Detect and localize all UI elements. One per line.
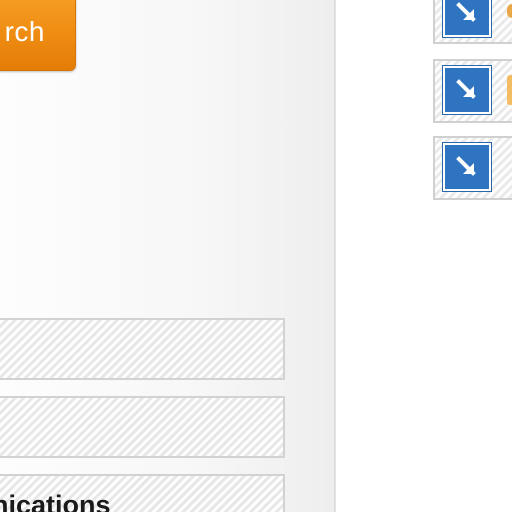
left-panel: rch nications	[0, 0, 334, 512]
arrow-down-right-icon[interactable]	[443, 66, 491, 114]
category-item-3[interactable]: nications	[0, 474, 285, 512]
category-item-2[interactable]	[0, 396, 285, 458]
status-marker	[507, 4, 512, 18]
list-item-3[interactable]	[433, 136, 512, 200]
arrow-down-right-icon[interactable]	[443, 0, 491, 37]
status-marker	[507, 75, 512, 105]
page: rch nications	[0, 0, 512, 512]
arrow-down-right-icon[interactable]	[443, 143, 491, 191]
category-item-1[interactable]	[0, 318, 285, 380]
search-button[interactable]: rch	[0, 0, 76, 71]
category-item-label: nications	[0, 490, 111, 512]
list-item-1[interactable]	[433, 0, 512, 44]
search-button-label: rch	[4, 16, 45, 47]
list-item-2[interactable]	[433, 59, 512, 123]
panel-divider	[334, 0, 336, 512]
